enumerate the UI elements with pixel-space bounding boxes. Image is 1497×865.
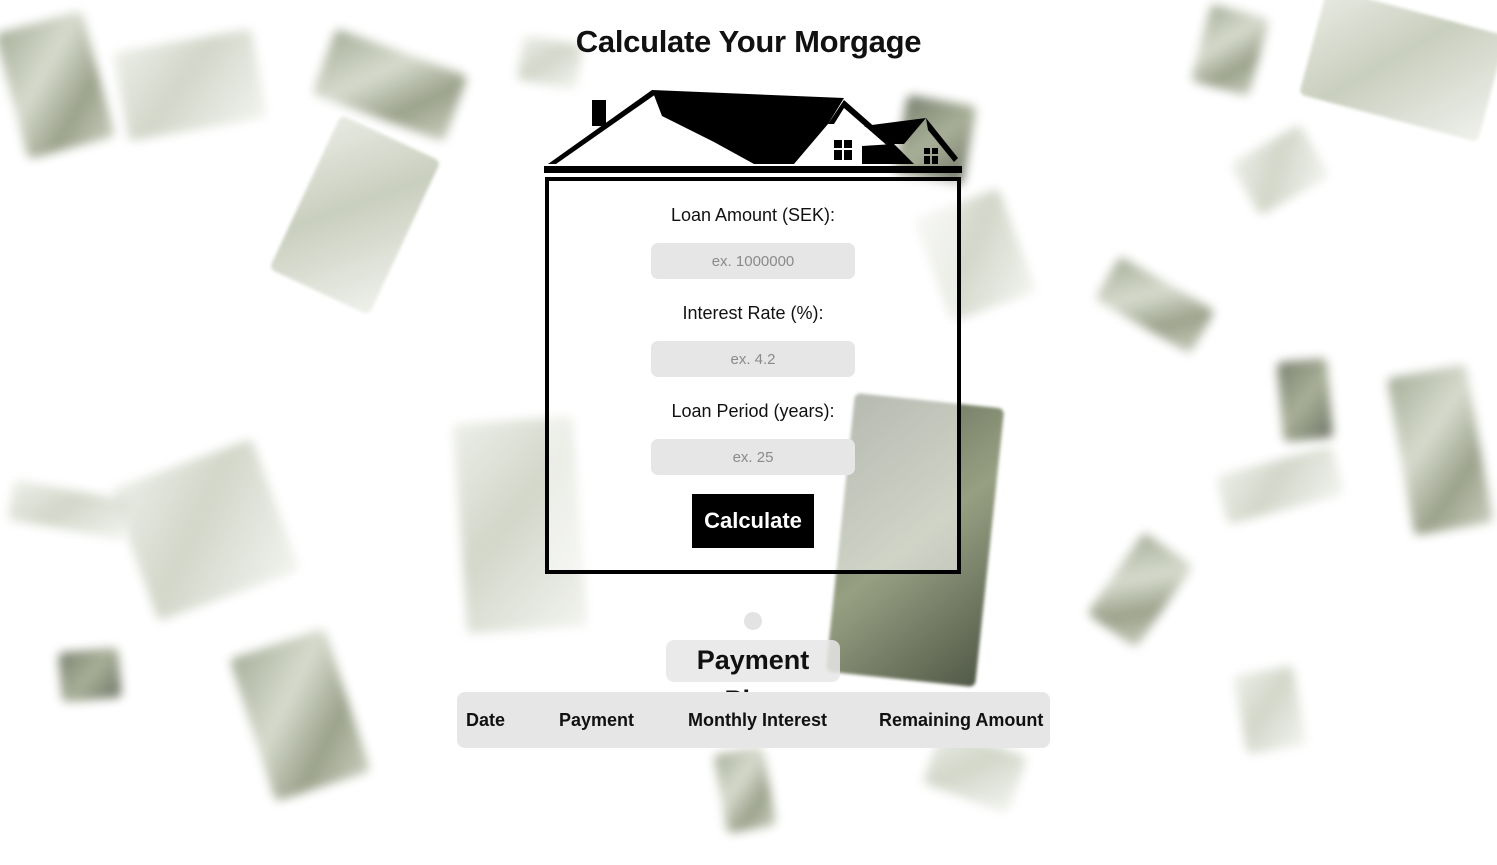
table-header-monthly-interest: Monthly Interest	[688, 710, 828, 730]
payment-plan-table: Date Payment Monthly Interest Remaining …	[457, 692, 1050, 748]
background-bill	[7, 479, 133, 541]
calculate-button[interactable]: Calculate	[692, 494, 814, 548]
interest-rate-input[interactable]	[651, 341, 855, 377]
separator-dot	[744, 612, 762, 630]
background-bill	[110, 438, 300, 622]
background-bill	[57, 647, 123, 703]
mortgage-form: Loan Amount (SEK): Interest Rate (%): Lo…	[545, 177, 961, 574]
background-bill	[1215, 445, 1345, 525]
loan-period-input[interactable]	[651, 439, 855, 475]
loan-amount-label: Loan Amount (SEK):	[670, 205, 836, 225]
background-bill	[1276, 357, 1334, 443]
background-bill	[1230, 124, 1330, 216]
loan-amount-input[interactable]	[651, 243, 855, 279]
background-bill	[1094, 255, 1216, 355]
background-bill	[1233, 665, 1307, 755]
payment-plan-title: Payment Plan	[666, 640, 840, 715]
background-bill	[1086, 531, 1194, 649]
loan-period-label: Loan Period (years):	[671, 401, 835, 421]
background-bill	[229, 628, 371, 802]
background-bill	[1298, 0, 1497, 143]
table-header-date: Date	[466, 710, 506, 730]
background-bill	[713, 746, 777, 834]
house-roof-icon	[544, 90, 962, 173]
interest-rate-label: Interest Rate (%):	[682, 303, 824, 323]
page-title: Calculate Your Morgage	[575, 24, 922, 59]
background-bill	[269, 114, 441, 316]
background-bill	[1386, 364, 1494, 536]
page: Calculate Your Morgage Loan Amount (SEK)…	[0, 0, 1497, 865]
table-header-payment: Payment	[559, 710, 635, 730]
table-header-remaining-amount: Remaining Amount	[879, 710, 1044, 730]
